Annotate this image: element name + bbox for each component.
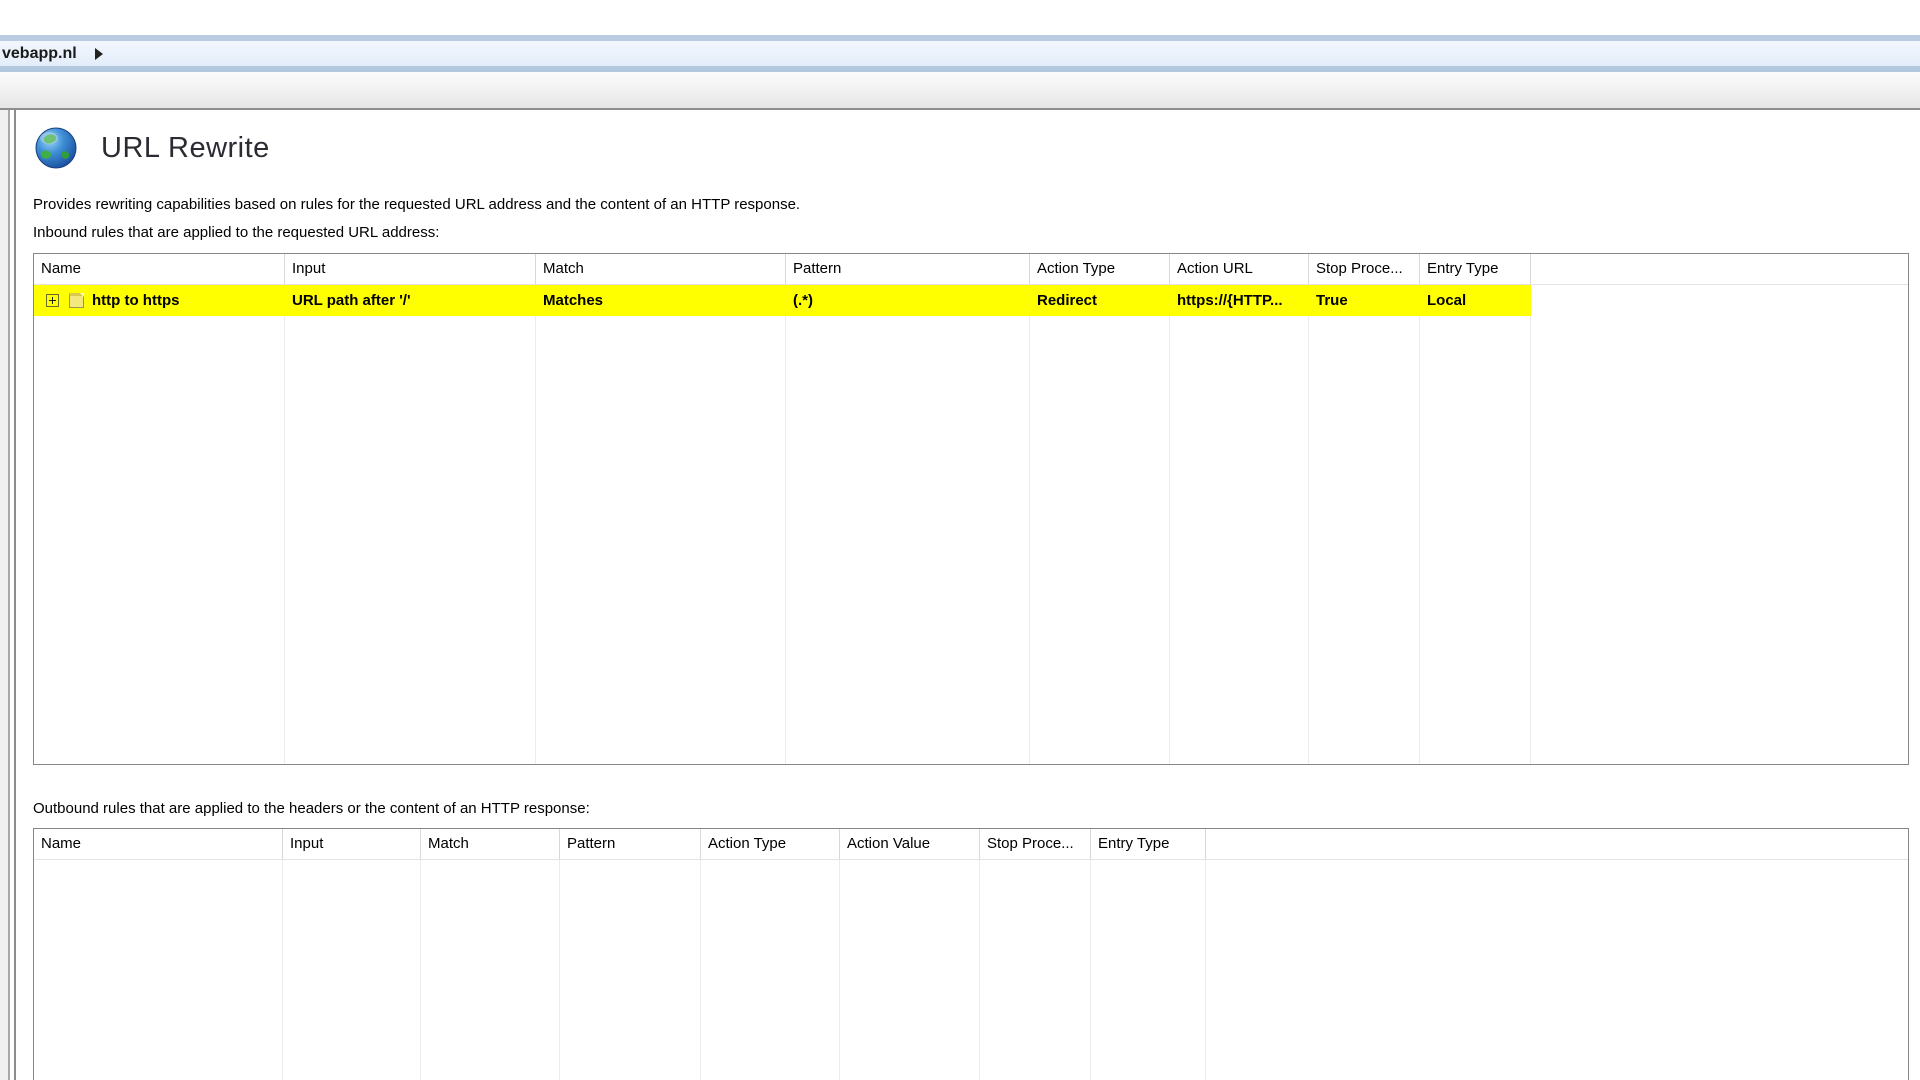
column-header-filler	[1531, 254, 1908, 284]
column-header-filler	[1206, 829, 1908, 859]
globe-icon	[34, 126, 78, 170]
column-header-name[interactable]: Name	[34, 829, 283, 859]
column-header-pattern[interactable]: Pattern	[786, 254, 1030, 284]
breadcrumb: vebapp.nl	[0, 35, 1920, 72]
column-header-match[interactable]: Match	[421, 829, 560, 859]
inbound-rule-row[interactable]: http to https URL path after '/' Matches…	[34, 285, 1531, 316]
gridline	[535, 285, 536, 764]
inbound-table-header: Name Input Match Pattern Action Type Act…	[34, 254, 1908, 285]
inbound-table-body: http to https URL path after '/' Matches…	[34, 285, 1908, 764]
rule-action-url-cell[interactable]: https://{HTTP...	[1170, 285, 1309, 316]
gridline	[839, 860, 840, 1080]
gridline	[1029, 285, 1030, 764]
page-title: URL Rewrite	[101, 132, 270, 165]
gridline	[559, 860, 560, 1080]
outbound-table-header: Name Input Match Pattern Action Type Act…	[34, 829, 1908, 860]
gridline	[1205, 860, 1206, 1080]
column-header-action-url[interactable]: Action URL	[1170, 254, 1309, 284]
gridline	[979, 860, 980, 1080]
outbound-section-label: Outbound rules that are applied to the h…	[33, 800, 590, 817]
gridline	[1530, 285, 1531, 764]
rule-name-label: http to https	[92, 285, 179, 316]
column-header-action-type[interactable]: Action Type	[1030, 254, 1170, 284]
gridline	[1419, 285, 1420, 764]
column-header-action-value[interactable]: Action Value	[840, 829, 980, 859]
rule-action-type-cell[interactable]: Redirect	[1030, 285, 1170, 316]
feature-description: Provides rewriting capabilities based on…	[33, 196, 800, 213]
column-header-entry-type[interactable]: Entry Type	[1420, 254, 1531, 284]
gridline	[700, 860, 701, 1080]
column-header-action-type[interactable]: Action Type	[701, 829, 840, 859]
rule-match-cell[interactable]: Matches	[536, 285, 786, 316]
rule-pattern-cell[interactable]: (.*)	[786, 285, 1030, 316]
right-arrow-icon[interactable]	[95, 48, 103, 60]
rule-stop-processing-cell[interactable]: True	[1309, 285, 1420, 316]
column-header-match[interactable]: Match	[536, 254, 786, 284]
rule-page-icon	[69, 293, 84, 308]
inbound-rules-table: Name Input Match Pattern Action Type Act…	[33, 253, 1909, 765]
inbound-section-label: Inbound rules that are applied to the re…	[33, 224, 439, 241]
gridline	[1090, 860, 1091, 1080]
column-header-pattern[interactable]: Pattern	[560, 829, 701, 859]
column-header-stop-processing[interactable]: Stop Proce...	[980, 829, 1091, 859]
gridline	[282, 860, 283, 1080]
url-rewrite-feature-panel: URL Rewrite Provides rewriting capabilit…	[14, 110, 1920, 1080]
rule-name-cell[interactable]: http to https	[34, 285, 285, 316]
toolbar-band	[0, 72, 1920, 110]
outbound-table-body	[34, 860, 1908, 1080]
gridline	[1169, 285, 1170, 764]
outbound-rules-table: Name Input Match Pattern Action Type Act…	[33, 828, 1909, 1080]
iis-manager-screen: vebapp.nl URL Rewrite Provides rewriting…	[0, 0, 1920, 1080]
column-header-name[interactable]: Name	[34, 254, 285, 284]
rule-entry-type-cell[interactable]: Local	[1420, 285, 1531, 316]
column-header-input[interactable]: Input	[285, 254, 536, 284]
column-header-stop-processing[interactable]: Stop Proce...	[1309, 254, 1420, 284]
rule-input-cell[interactable]: URL path after '/'	[285, 285, 536, 316]
connections-panel-edge[interactable]	[0, 110, 10, 1080]
gridline	[284, 285, 285, 764]
gridline	[785, 285, 786, 764]
column-header-input[interactable]: Input	[283, 829, 421, 859]
column-header-entry-type[interactable]: Entry Type	[1091, 829, 1206, 859]
window-top-band	[0, 0, 1920, 35]
breadcrumb-site[interactable]: vebapp.nl	[0, 45, 77, 63]
plus-expander-icon[interactable]	[46, 294, 59, 307]
gridline	[1308, 285, 1309, 764]
gridline	[420, 860, 421, 1080]
